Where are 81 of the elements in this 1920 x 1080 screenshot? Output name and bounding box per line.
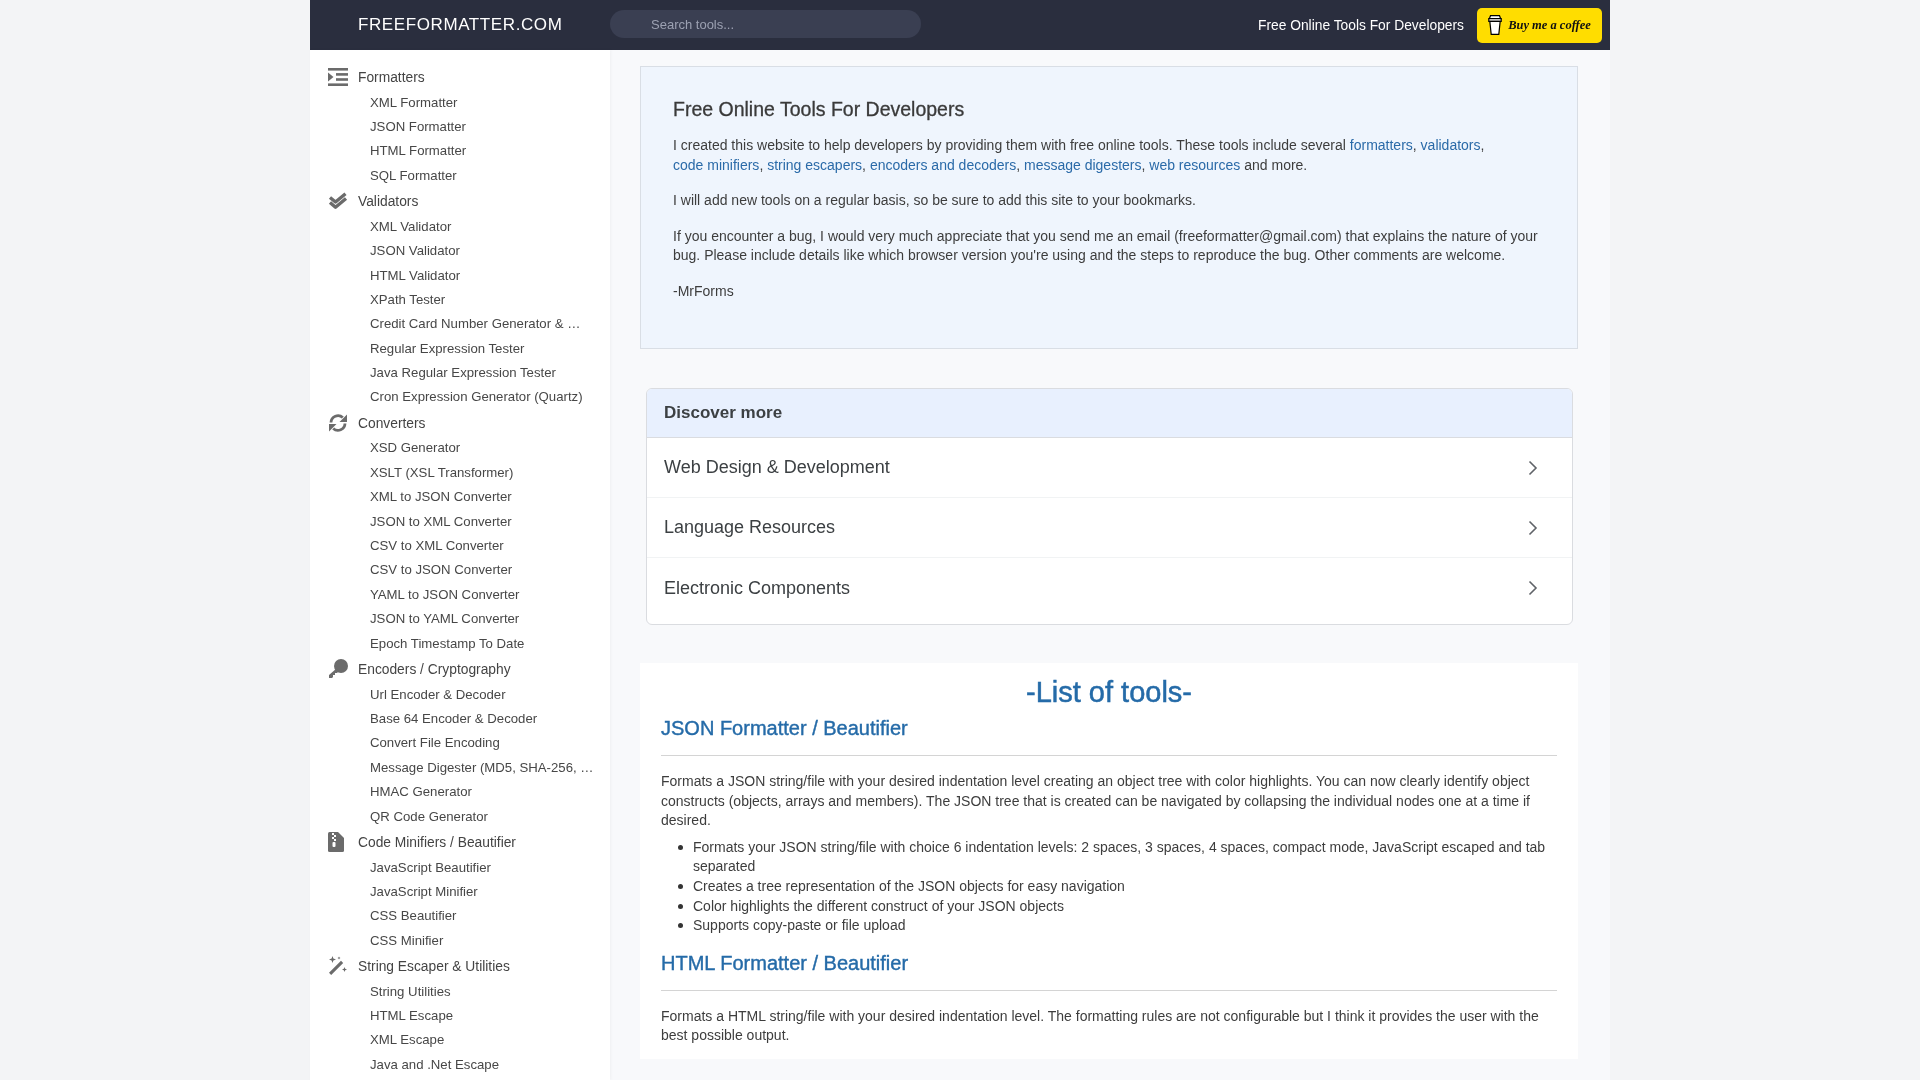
sidebar-link[interactable]: JavaScript Beautifier [370, 855, 491, 880]
sidebar-link[interactable]: CSV to JSON Converter [370, 558, 513, 583]
category-label: Formatters [358, 69, 425, 85]
sidebar-link[interactable]: Epoch Timestamp To Date [370, 631, 525, 656]
sidebar-link[interactable]: JSON to XML Converter [370, 509, 512, 535]
file-icon [328, 832, 344, 853]
sidebar-link[interactable]: CSV to XML Converter [370, 534, 504, 559]
intro-paragraph: -MrForms [673, 281, 735, 301]
category-label: String Escaper & Utilities [358, 958, 510, 974]
chevron-right-icon [1528, 459, 1538, 476]
sidebar-link[interactable]: Convert File Encoding [370, 731, 500, 756]
sidebar-link[interactable]: Message Digester (MD5, SHA-256, … [370, 755, 594, 781]
bullet-icon [678, 903, 683, 909]
sidebar-link[interactable]: JavaScript Minifier [370, 879, 478, 905]
sidebar-link[interactable]: CSS Minifier [370, 928, 444, 954]
bullet-icon [678, 923, 683, 929]
discover-header: Discover more [647, 389, 1572, 438]
bullet-icon [678, 845, 683, 851]
sidebar-link[interactable]: XSD Generator [370, 436, 461, 461]
sidebar-link[interactable]: XML Formatter [370, 90, 458, 115]
sidebar-link[interactable]: HTML Formatter [370, 139, 467, 164]
sidebar-link[interactable]: Java Regular Expression Tester [370, 361, 556, 386]
intro-paragraph: I created this website to help developers by providing them with free online tools. These tools include several formatters, validators, code minifiers, string escapers, encoders and decoders, message digesters, web resources and more. [673, 136, 1486, 175]
feature-item: Formats your JSON string/file with choice 6 indentation levels: 2 spaces, 3 spaces, 4 spaces, compact mode, JavaScript escaped and tab separated [693, 837, 1547, 877]
intro-title: Free Online Tools For Developers [673, 98, 966, 120]
coffee-cup-icon [1488, 15, 1503, 35]
discover-link[interactable]: Language Resources [647, 498, 1572, 558]
sidebar-link[interactable]: XPath Tester [370, 287, 446, 313]
indent-icon [328, 68, 348, 87]
sidebar-link[interactable]: Credit Card Number Generator & … [370, 312, 581, 337]
coffee-button[interactable]: Buy me a coffee [1477, 7, 1602, 43]
chevron-right-icon [1528, 580, 1538, 596]
sidebar-link[interactable]: Url Encoder & Decoder [370, 682, 506, 707]
sidebar-link[interactable]: Regular Expression Tester [370, 336, 525, 362]
tool-heading[interactable]: JSON Formatter / Beautifier [661, 716, 908, 740]
feature-item: Color highlights the different construct of your JSON objects [693, 896, 1064, 916]
sync-icon [328, 413, 348, 434]
sidebar-link[interactable]: XML Escape [370, 1028, 445, 1053]
tools-title: -List of tools- [1025, 676, 1193, 708]
sidebar-link[interactable]: CSS Beautifier [370, 904, 457, 929]
sidebar-link[interactable]: JSON to YAML Converter [370, 607, 520, 632]
sidebar-link[interactable]: HMAC Generator [370, 780, 472, 805]
bullet-icon [678, 884, 683, 890]
sidebar-link[interactable]: String Utilities [370, 979, 451, 1005]
magic-wand-icon [328, 956, 348, 977]
sidebar-link[interactable]: HTML Escape [370, 1004, 454, 1029]
site-logo[interactable]: FREEFORMATTER.COM [358, 15, 563, 34]
sidebar-link[interactable]: SQL Formatter [370, 163, 457, 189]
discover-link[interactable]: Web Design & Development [647, 438, 1572, 498]
category-label: Converters [358, 415, 426, 431]
sidebar-link[interactable]: Cron Expression Generator (Quartz) [370, 385, 583, 410]
tool-description: Formats a HTML string/file with your desired indentation level. The formatting rules are not configurable but I think it provides the user with the best possible output. [661, 1006, 1540, 1046]
sidebar-link[interactable]: Java and .Net Escape [370, 1052, 500, 1078]
category-label: Validators [358, 193, 419, 209]
sidebar-link[interactable]: XML Validator [370, 214, 452, 240]
sidebar-link[interactable]: Base 64 Encoder & Decoder [370, 706, 538, 732]
sidebar-link[interactable]: JSON Formatter [370, 115, 466, 140]
tool-heading[interactable]: HTML Formatter / Beautifier [661, 950, 909, 975]
intro-link[interactable]: formatters [1349, 137, 1413, 153]
intro-paragraph: If you encounter a bug, I would very much appreciate that you send me an email (freeformatter@gmail.com) that explains the nature of your bug. Please include details like which browser version you're using and the steps to reproduce the bug. Other comments are welcome. [673, 226, 1539, 265]
search-field[interactable]: Search tools... [610, 10, 921, 38]
intro-link[interactable]: web resources [1149, 156, 1241, 173]
key-icon [328, 659, 348, 680]
sidebar-link[interactable]: YAML to JSON Converter [370, 582, 520, 608]
category-label: Encoders / Cryptography [358, 661, 511, 677]
tool-description: Formats a JSON string/file with your desired indentation level creating an object tree with color highlights. You can now clearly identify object constructs (objects, arrays and members). The JSON tree that is created can be navigated by collapsing the individual nodes one at a time if desired. [661, 772, 1531, 831]
double-check-icon [328, 192, 348, 211]
intro-paragraph: I will add new tools on a regular basis, so be sure to add this site to your bookmarks. [673, 191, 1197, 210]
sidebar-link[interactable]: HTML Validator [370, 263, 461, 288]
chevron-right-icon [1528, 519, 1538, 536]
sidebar-link[interactable]: XML to JSON Converter [370, 485, 512, 510]
category-label: Code Minifiers / Beautifier [358, 834, 516, 850]
discover-link[interactable]: Electronic Components [647, 558, 1572, 618]
feature-item: Creates a tree representation of the JSON objects for easy navigation [693, 876, 1125, 896]
intro-link[interactable]: validators [1420, 137, 1481, 153]
sidebar-link[interactable]: JSON Validator [370, 239, 460, 264]
tagline-text: Free Online Tools For Developers [1257, 17, 1464, 33]
intro-link[interactable]: message digesters [1024, 156, 1142, 173]
sidebar-link[interactable]: XSLT (XSL Transformer) [370, 460, 514, 486]
feature-item: Supports copy-paste or file upload [693, 916, 906, 936]
sidebar-link[interactable]: QR Code Generator [370, 804, 488, 829]
